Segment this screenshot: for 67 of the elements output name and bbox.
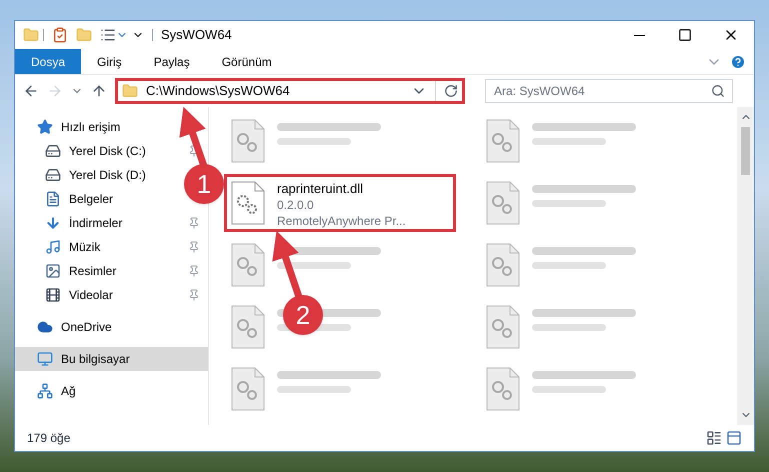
sidebar-label: Resimler (69, 263, 118, 280)
maximize-icon (678, 28, 692, 42)
view-list-icon[interactable] (100, 27, 116, 43)
gear-file-icon (231, 305, 265, 349)
sidebar-item[interactable]: Ağ (15, 379, 84, 403)
sidebar-item[interactable]: Hızlı erişim (15, 115, 128, 139)
scroll-thumb[interactable] (741, 127, 750, 175)
ribbon-tab[interactable]: Görünüm (206, 49, 288, 74)
search-field[interactable]: Ara: SysWOW64 (485, 79, 733, 103)
file-name: raprinteruint.dll (277, 181, 364, 197)
sidebar-label: Yerel Disk (D:) (69, 167, 146, 184)
properties-icon[interactable] (52, 27, 68, 43)
ribbon-tab[interactable]: Dosya (15, 49, 82, 74)
scrollbar[interactable] (737, 107, 754, 425)
sidebar-item[interactable]: Müzik (15, 235, 208, 259)
address-bar[interactable]: C:\Windows\SysWOW64 (115, 78, 465, 104)
drive-icon (45, 143, 61, 159)
refresh-icon[interactable] (444, 84, 458, 98)
picture-icon (45, 263, 61, 279)
sidebar-label: Ağ (61, 383, 76, 400)
sidebar-item[interactable]: Yerel Disk (C:) (15, 139, 208, 163)
sidebar-label: Videolar (69, 287, 114, 304)
sidebar-label: Yerel Disk (C:) (69, 143, 147, 160)
search-icon (711, 84, 725, 98)
gear-file-icon (486, 305, 520, 349)
details-view-icon[interactable] (706, 430, 722, 446)
gear-file-icon (231, 181, 265, 225)
folder-icon (122, 83, 138, 99)
sidebar-item[interactable]: İndirmeler (15, 211, 208, 235)
window-title: SysWOW64 (161, 26, 233, 44)
gear-file-icon (231, 367, 265, 411)
music-note-icon (45, 239, 61, 255)
sidebar-item[interactable]: Belgeler (15, 187, 122, 211)
gear-file-icon (486, 243, 520, 287)
film-icon (45, 287, 61, 303)
sidebar-label: Bu bilgisayar (61, 351, 131, 368)
item-count: 179 öğe (27, 430, 72, 447)
monitor-icon (37, 351, 53, 367)
sidebar-label: OneDrive (61, 319, 112, 336)
sidebar-item[interactable]: Yerel Disk (D:) (15, 163, 154, 187)
gear-file-icon (486, 367, 520, 411)
gear-file-icon (231, 119, 265, 163)
ribbon-tab[interactable]: Paylaş (138, 49, 206, 74)
gear-file-icon (486, 119, 520, 163)
sidebar-item[interactable]: OneDrive (15, 315, 120, 339)
drive-icon (45, 167, 61, 183)
file-company: RemotelyAnywhere Pr... (277, 213, 406, 229)
sidebar-label: Müzik (69, 239, 102, 256)
sidebar-label: İndirmeler (69, 215, 124, 232)
address-path: C:\Windows\SysWOW64 (146, 82, 291, 100)
minimize-icon (634, 34, 644, 36)
gear-file-icon (486, 181, 520, 225)
sidebar-item[interactable]: Bu bilgisayar (15, 347, 208, 371)
cloud-icon (37, 319, 53, 335)
document-icon (45, 191, 61, 207)
sidebar-item[interactable]: Resimler (15, 259, 208, 283)
help-icon[interactable] (730, 54, 746, 70)
sidebar-label: Hızlı erişim (61, 119, 120, 136)
sidebar-item[interactable]: Videolar (15, 283, 208, 307)
sidebar-label: Belgeler (69, 191, 114, 208)
file-version: 0.2.0.0 (277, 197, 315, 213)
gear-file-icon (231, 243, 265, 287)
file-tile[interactable]: raprinteruint.dll 0.2.0.0 RemotelyAnywhere Pr... (227, 177, 453, 229)
ribbon-tab[interactable]: Giriş (81, 49, 138, 74)
star-icon (37, 119, 53, 135)
large-icons-view-icon[interactable] (726, 430, 742, 446)
network-icon (37, 383, 53, 399)
